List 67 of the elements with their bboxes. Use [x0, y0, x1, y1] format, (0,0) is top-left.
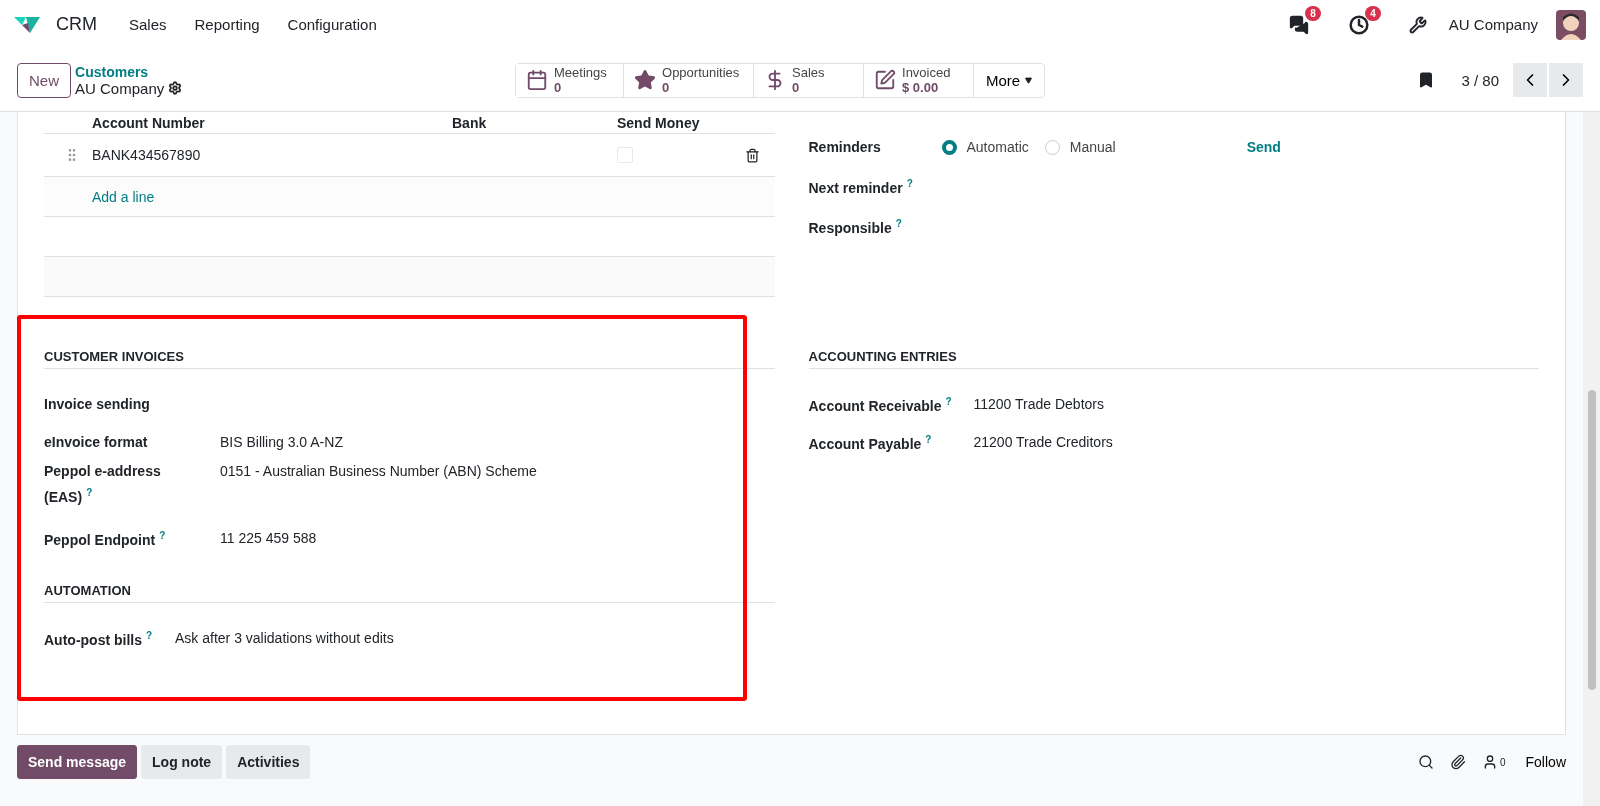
calendar-icon: [526, 69, 548, 91]
new-button[interactable]: New: [17, 62, 71, 98]
field-label: Next reminder $^{?}$: [808, 177, 914, 198]
field-label: Peppol Endpoint $^{?}$: [44, 529, 167, 550]
avatar[interactable]: [1556, 9, 1586, 40]
field-value: 11 225 459 588: [220, 528, 318, 548]
chatter-button[interactable]: Send message: [17, 745, 138, 779]
send-link[interactable]: Send: [1246, 139, 1281, 155]
help-mark: ?: [146, 630, 153, 642]
scrollbar[interactable]: [1583, 112, 1600, 806]
tools-icon[interactable]: [1408, 15, 1427, 34]
menu-item[interactable]: Reporting: [184, 16, 270, 33]
search-icon[interactable]: [1417, 754, 1434, 770]
field-label: Reminders: [808, 137, 882, 157]
company-switcher[interactable]: AU Company: [1448, 16, 1538, 33]
field-value: 0151 - Australian Business Number (ABN) Scheme: [220, 462, 538, 481]
field-label: eInvoice format: [44, 432, 149, 452]
field-value: 21200 Trade Creditors: [973, 432, 1114, 452]
pager-value: 3 / 80: [1461, 71, 1499, 89]
settings-icon[interactable]: [168, 81, 183, 95]
field-value: 11200 Trade Debtors: [973, 394, 1105, 414]
field-label: Invoice sending: [44, 394, 151, 414]
help-mark: ?: [86, 487, 93, 498]
app-name[interactable]: CRM: [56, 14, 97, 35]
chat-icon[interactable]: [1288, 14, 1309, 35]
table-cell-text: BANK434567890: [92, 147, 202, 163]
radio-label[interactable]: Automatic: [966, 139, 1029, 155]
field-label: Account Receivable $^{?}$: [808, 395, 953, 416]
follower-count: 0: [1499, 756, 1506, 768]
follow-button[interactable]: Follow: [1509, 750, 1566, 774]
help-mark: ?: [895, 218, 902, 230]
add-line-link[interactable]: Add a line: [92, 188, 155, 205]
section-title: CUSTOMER INVOICES: [44, 349, 775, 369]
menu-item[interactable]: Sales: [119, 16, 177, 33]
caret-icon: [1025, 76, 1033, 84]
attachment-icon[interactable]: [1449, 754, 1466, 770]
field-value: BIS Billing 3.0 A-NZ: [220, 432, 344, 452]
column-header: Account Number: [92, 115, 206, 131]
radio-label[interactable]: Manual: [1069, 139, 1116, 155]
help-mark: ?: [945, 396, 952, 408]
section-title: AUTOMATION: [44, 583, 775, 603]
message-count: 8: [1305, 5, 1321, 21]
edit-icon: [874, 69, 896, 91]
menu-item[interactable]: Configuration: [277, 16, 387, 33]
column-header: Send Money: [617, 115, 701, 131]
help-mark: ?: [159, 530, 166, 542]
delete-icon[interactable]: [744, 147, 760, 163]
chatter-button[interactable]: Activities: [226, 745, 311, 779]
help-mark: ?: [925, 434, 932, 446]
breadcrumb-link[interactable]: Customers: [75, 63, 495, 80]
smart-button[interactable]: Meetings 0: [516, 63, 624, 97]
record-title: AU Company: [75, 79, 165, 97]
field-label: Auto-post bills $^{?}$: [44, 629, 154, 650]
star-icon: [634, 69, 656, 91]
help-mark: ?: [906, 178, 913, 190]
column-header: Bank: [452, 115, 488, 131]
checkbox[interactable]: [617, 147, 633, 163]
radio-button[interactable]: [941, 139, 957, 155]
activity-count: 4: [1365, 5, 1381, 21]
section-title: ACCOUNTING ENTRIES: [808, 349, 1539, 369]
field-value: Ask after 3 validations without edits: [175, 628, 395, 648]
chatter-button[interactable]: Log note: [141, 745, 223, 779]
field-label: Account Payable $^{?}$: [808, 433, 933, 454]
app-logo-icon[interactable]: [14, 14, 42, 35]
clock-icon[interactable]: [1348, 14, 1369, 35]
field-label: Responsible $^{?}$: [808, 217, 903, 238]
field-label: Peppol e-address (EAS) $^{?}$: [44, 462, 162, 507]
